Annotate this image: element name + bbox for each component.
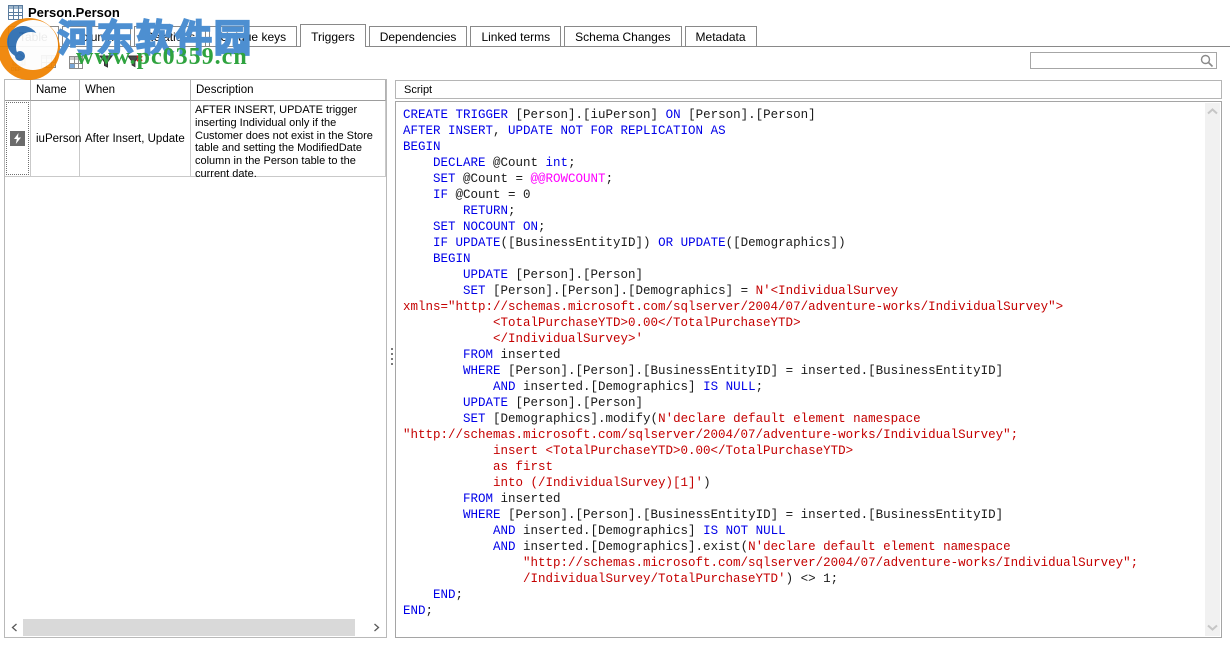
add-grid-icon[interactable] — [67, 50, 87, 72]
definition-icon[interactable]: DEF — [9, 50, 29, 72]
tab-strip: Table Columns Relations Unique keys Trig… — [8, 24, 760, 47]
row-focus-rect — [6, 102, 29, 175]
scrollbar-thumb[interactable] — [23, 619, 355, 636]
clear-filter-icon[interactable] — [125, 50, 145, 72]
filter-icon[interactable] — [96, 50, 116, 72]
grid-header-name[interactable]: Name — [31, 80, 80, 101]
scroll-right-icon[interactable] — [368, 619, 385, 636]
scroll-down-icon[interactable] — [1207, 624, 1218, 631]
tab-relations[interactable]: Relations — [134, 26, 206, 47]
sql-script-text: CREATE TRIGGER [Person].[iuPerson] ON [P… — [403, 107, 1138, 619]
search-input[interactable] — [1033, 53, 1199, 68]
grid-header-description[interactable]: Description — [191, 80, 386, 101]
scroll-left-icon[interactable] — [6, 619, 23, 636]
page-title-row: Person.Person — [8, 5, 120, 20]
pane-splitter-handle[interactable] — [390, 348, 394, 365]
grid-header-when[interactable]: When — [80, 80, 191, 101]
triggers-grid: Name When Description iuPerson After Ins… — [4, 79, 387, 638]
grid-header-row: Name When Description — [5, 80, 386, 101]
horizontal-scrollbar[interactable] — [6, 619, 385, 636]
tab-unique-keys[interactable]: Unique keys — [209, 26, 297, 47]
page-title: Person.Person — [28, 5, 120, 20]
vertical-scrollbar[interactable] — [1205, 103, 1220, 636]
table-icon — [8, 5, 23, 20]
tab-columns[interactable]: Columns — [62, 26, 131, 47]
tab-metadata[interactable]: Metadata — [685, 26, 757, 47]
trigger-name-cell: iuPerson — [31, 101, 80, 177]
scroll-up-icon[interactable] — [1207, 108, 1218, 115]
script-panel-header: Script — [395, 80, 1222, 99]
svg-text:DEF: DEF — [11, 67, 21, 72]
tab-triggers[interactable]: Triggers — [300, 24, 366, 47]
row-selector-cell[interactable] — [5, 101, 31, 177]
grid-icon[interactable] — [38, 50, 58, 72]
tab-dependencies[interactable]: Dependencies — [369, 26, 468, 47]
scrollbar-track[interactable] — [355, 619, 368, 636]
tab-linked-terms[interactable]: Linked terms — [470, 26, 561, 47]
script-code-box[interactable]: CREATE TRIGGER [Person].[iuPerson] ON [P… — [395, 101, 1222, 638]
search-icon[interactable] — [1200, 54, 1214, 68]
trigger-description-cell: AFTER INSERT, UPDATE trigger inserting I… — [191, 101, 386, 177]
search-box — [1030, 52, 1217, 69]
grid-header-selector — [5, 80, 31, 101]
tab-table[interactable]: Table — [8, 26, 59, 47]
table-row[interactable]: iuPerson After Insert, Update AFTER INSE… — [5, 101, 386, 177]
tab-schema-changes[interactable]: Schema Changes — [564, 26, 681, 47]
toolbar: DEF — [9, 49, 145, 73]
trigger-when-cell: After Insert, Update — [80, 101, 191, 177]
